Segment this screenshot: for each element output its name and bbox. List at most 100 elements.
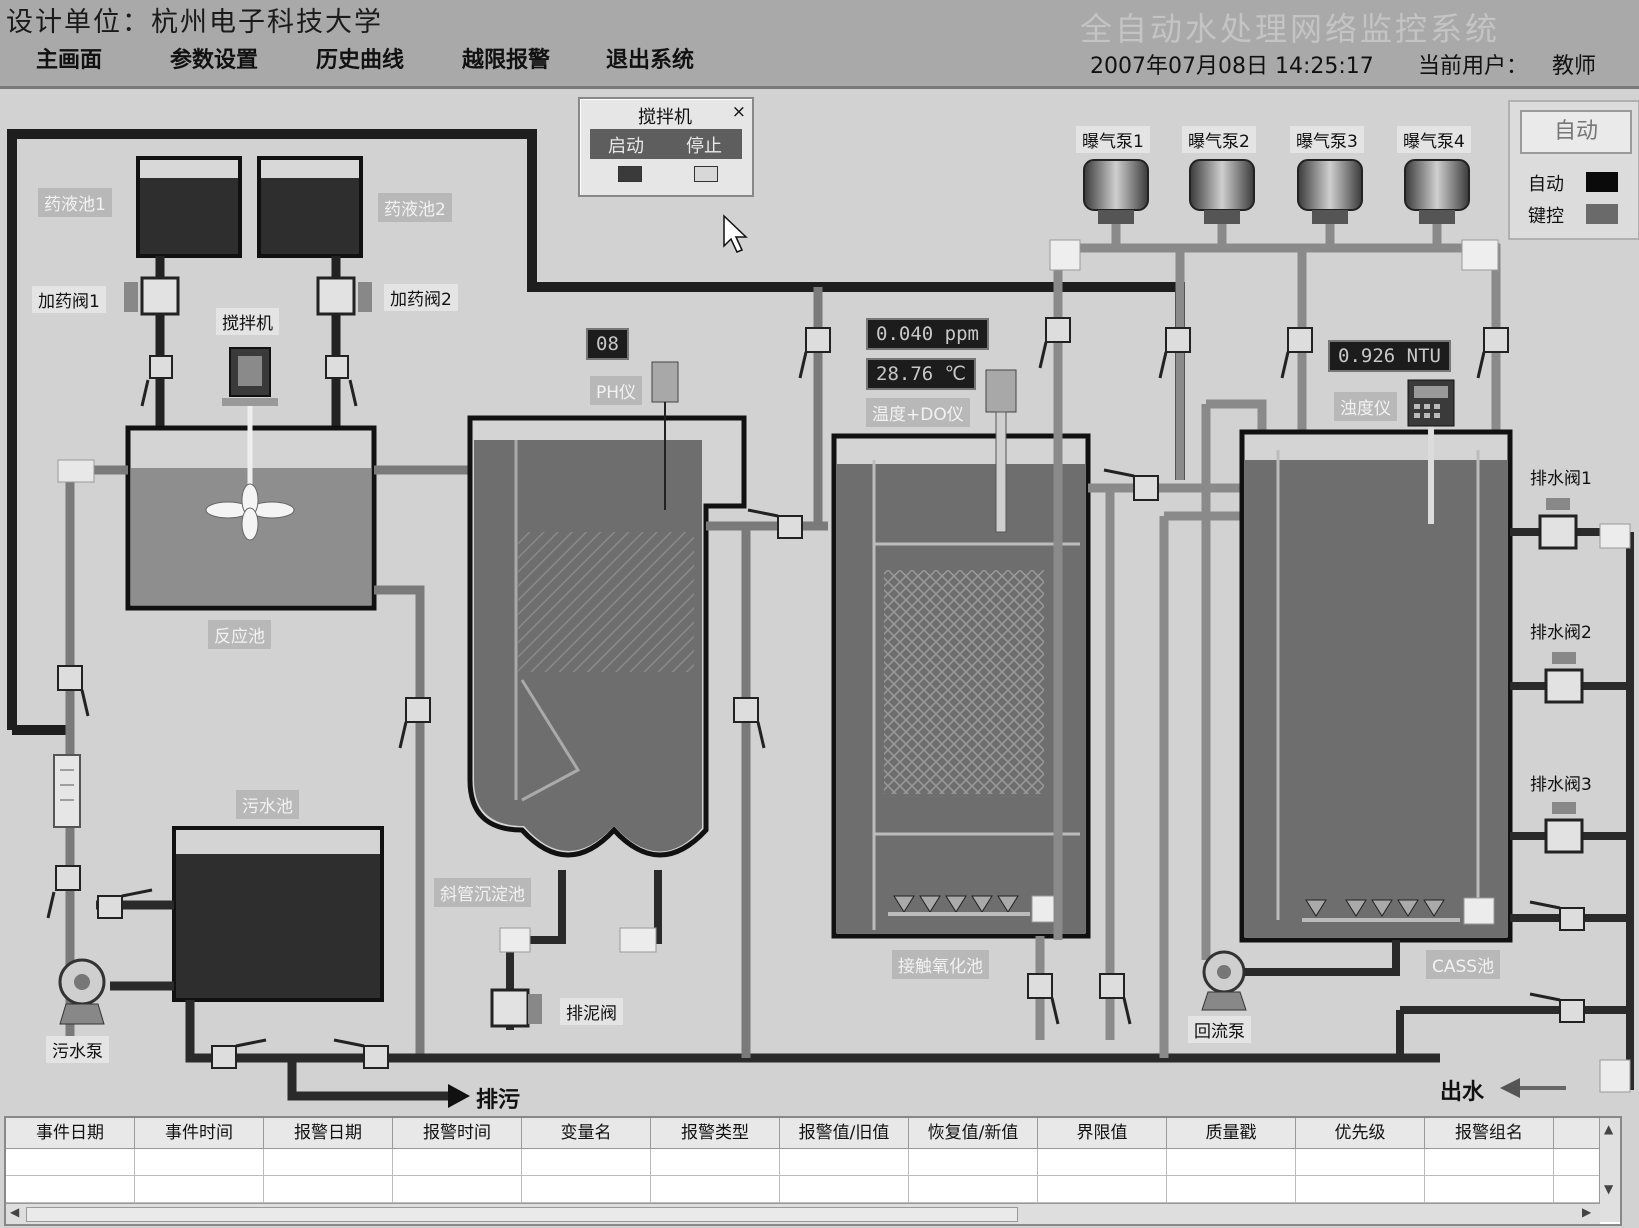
mixer-popup-buttons: 启动 停止 <box>590 129 742 159</box>
menu-parameter-settings[interactable]: 参数设置 <box>170 42 258 74</box>
table-row[interactable] <box>6 1176 1620 1203</box>
blower-4-label: 曝气泵4 <box>1397 126 1471 153</box>
chemical-tank-2-label: 药液池2 <box>378 193 452 222</box>
dosing-valve-2-label: 加药阀2 <box>384 284 458 311</box>
sewage-tank-label: 污水池 <box>236 790 299 819</box>
mixer-control-popup: 搅拌机 × 启动 停止 <box>578 97 754 197</box>
flowmeter <box>53 754 81 828</box>
scroll-up-icon[interactable]: ▲ <box>1604 1122 1613 1136</box>
drain-valve-2-label: 排水阀2 <box>1530 623 1592 643</box>
mouse-cursor-icon <box>723 214 748 253</box>
design-unit-text: 设计单位：杭州电子科技大学 <box>6 7 383 38</box>
mixer-stop-indicator <box>694 166 718 182</box>
sewage-pump-label: 污水泵 <box>46 1036 109 1063</box>
blower-2-label: 曝气泵2 <box>1182 126 1256 153</box>
settler-tank-label: 斜管沉淀池 <box>434 878 531 907</box>
column-header[interactable]: 界限值 <box>1038 1118 1167 1148</box>
column-header[interactable]: 优先级 <box>1296 1118 1425 1148</box>
sewage-pump-icon[interactable] <box>58 958 106 1025</box>
hand-valve-icon[interactable] <box>1280 327 1313 379</box>
hand-valve-icon[interactable] <box>46 865 81 919</box>
menu-main-screen[interactable]: 主画面 <box>36 42 102 74</box>
column-header[interactable]: 报警时间 <box>393 1118 522 1148</box>
datetime-display: 2007年07月08日 14:25:17 <box>1090 54 1374 79</box>
horizontal-scrollbar[interactable]: ◀ ▶ <box>6 1203 1600 1224</box>
scroll-left-icon[interactable]: ◀ <box>10 1205 19 1219</box>
alarm-table-header: 事件日期 事件时间 报警日期 报警时间 变量名 报警类型 报警值/旧值 恢复值/… <box>6 1118 1620 1149</box>
column-header[interactable]: 变量名 <box>522 1118 651 1148</box>
auto-mode-button[interactable]: 自动 <box>1520 110 1632 154</box>
do-readout: 0.040 ppm <box>866 318 989 350</box>
current-user-label: 当前用户： <box>1418 54 1529 79</box>
drain-valve-2[interactable] <box>1544 652 1584 704</box>
mixer-stop-button[interactable]: 停止 <box>686 132 722 158</box>
current-user-value: 教师 <box>1552 54 1597 79</box>
column-header[interactable]: 事件时间 <box>135 1118 264 1148</box>
column-header[interactable]: 质量戳 <box>1167 1118 1296 1148</box>
scroll-down-icon[interactable]: ▼ <box>1604 1182 1613 1196</box>
horizontal-scroll-thumb[interactable] <box>26 1207 1018 1222</box>
cass-tank-label: CASS池 <box>1426 950 1501 979</box>
blower-1-icon[interactable] <box>1083 159 1149 224</box>
column-header[interactable]: 报警值/旧值 <box>780 1118 909 1148</box>
close-icon[interactable]: × <box>732 102 746 122</box>
drain-valve-3-label: 排水阀3 <box>1530 775 1592 795</box>
hand-valve-icon[interactable] <box>325 355 358 407</box>
hand-valve-icon[interactable] <box>1099 973 1132 1025</box>
scroll-right-icon[interactable]: ▶ <box>1582 1205 1591 1219</box>
dosing-valve-1-label: 加药阀1 <box>32 286 106 313</box>
menu-limit-alarms[interactable]: 越限报警 <box>462 42 550 74</box>
reflux-pump-label: 回流泵 <box>1188 1016 1251 1043</box>
chemical-tank-1-label: 药液池1 <box>38 188 112 217</box>
ph-readout: 08 <box>586 328 629 360</box>
ph-meter-label: PH仪 <box>590 376 643 405</box>
vertical-scrollbar[interactable]: ▲ ▼ <box>1599 1118 1620 1222</box>
contact-oxidation-tank-label: 接触氧化池 <box>892 950 989 979</box>
system-title: 全自动水处理网络监控系统 <box>1080 10 1501 48</box>
outlet-label: 出水 <box>1440 1080 1485 1105</box>
column-header[interactable]: 报警类型 <box>651 1118 780 1148</box>
mixer-start-indicator <box>618 166 642 182</box>
table-row[interactable] <box>6 1149 1620 1176</box>
column-header[interactable]: 报警组名 <box>1425 1118 1554 1148</box>
legend-manual-swatch <box>1586 204 1618 224</box>
dosing-valve-2[interactable] <box>316 276 372 316</box>
outlet-arrow-icon <box>1500 1078 1520 1098</box>
hand-valve-icon[interactable] <box>398 697 431 749</box>
blower-3-icon[interactable] <box>1297 159 1363 224</box>
turbidity-meter-label: 浊度仪 <box>1334 392 1397 421</box>
menu-history-curves[interactable]: 历史曲线 <box>316 42 404 74</box>
column-header[interactable]: 恢复值/新值 <box>909 1118 1038 1148</box>
blower-1-label: 曝气泵1 <box>1076 126 1150 153</box>
mixer-label: 搅拌机 <box>216 308 279 335</box>
reaction-tank-label: 反应池 <box>208 620 271 649</box>
drain-valve-1[interactable] <box>1538 498 1578 550</box>
sludge-valve-label: 排泥阀 <box>560 998 623 1025</box>
blower-2-icon[interactable] <box>1189 159 1255 224</box>
blower-4-icon[interactable] <box>1404 159 1470 224</box>
temp-do-meter-label: 温度+DO仪 <box>866 398 970 427</box>
discharge-label: 排污 <box>476 1088 521 1113</box>
column-header[interactable]: 事件日期 <box>6 1118 135 1148</box>
mode-panel: 自动 自动 键控 <box>1508 100 1639 240</box>
title-bar: 设计单位：杭州电子科技大学 全自动水处理网络监控系统 主画面 参数设置 历史曲线… <box>0 0 1639 89</box>
mixer-popup-title: 搅拌机 <box>638 107 692 128</box>
turbidity-meter-icon <box>1407 379 1455 427</box>
turbidity-readout: 0.926 NTU <box>1328 340 1451 372</box>
alarm-event-table[interactable]: 事件日期 事件时间 报警日期 报警时间 变量名 报警类型 报警值/旧值 恢复值/… <box>4 1116 1622 1226</box>
dosing-valve-1[interactable] <box>124 276 180 316</box>
reflux-pump-icon[interactable] <box>1201 950 1247 1011</box>
menu-exit-system[interactable]: 退出系统 <box>606 42 694 74</box>
blower-3-label: 曝气泵3 <box>1290 126 1364 153</box>
sludge-valve[interactable] <box>490 988 542 1028</box>
legend-auto-swatch <box>1586 172 1618 192</box>
legend-auto-label: 自动 <box>1528 174 1564 195</box>
legend-manual-label: 键控 <box>1528 206 1564 227</box>
temperature-readout: 28.76 ℃ <box>866 358 976 390</box>
drain-valve-1-label: 排水阀1 <box>1530 469 1592 489</box>
mixer-start-button[interactable]: 启动 <box>608 132 644 158</box>
process-diagram <box>7 129 1634 1108</box>
column-header[interactable]: 报警日期 <box>264 1118 393 1148</box>
discharge-arrow-icon <box>448 1084 470 1108</box>
drain-valve-3[interactable] <box>1544 802 1584 854</box>
